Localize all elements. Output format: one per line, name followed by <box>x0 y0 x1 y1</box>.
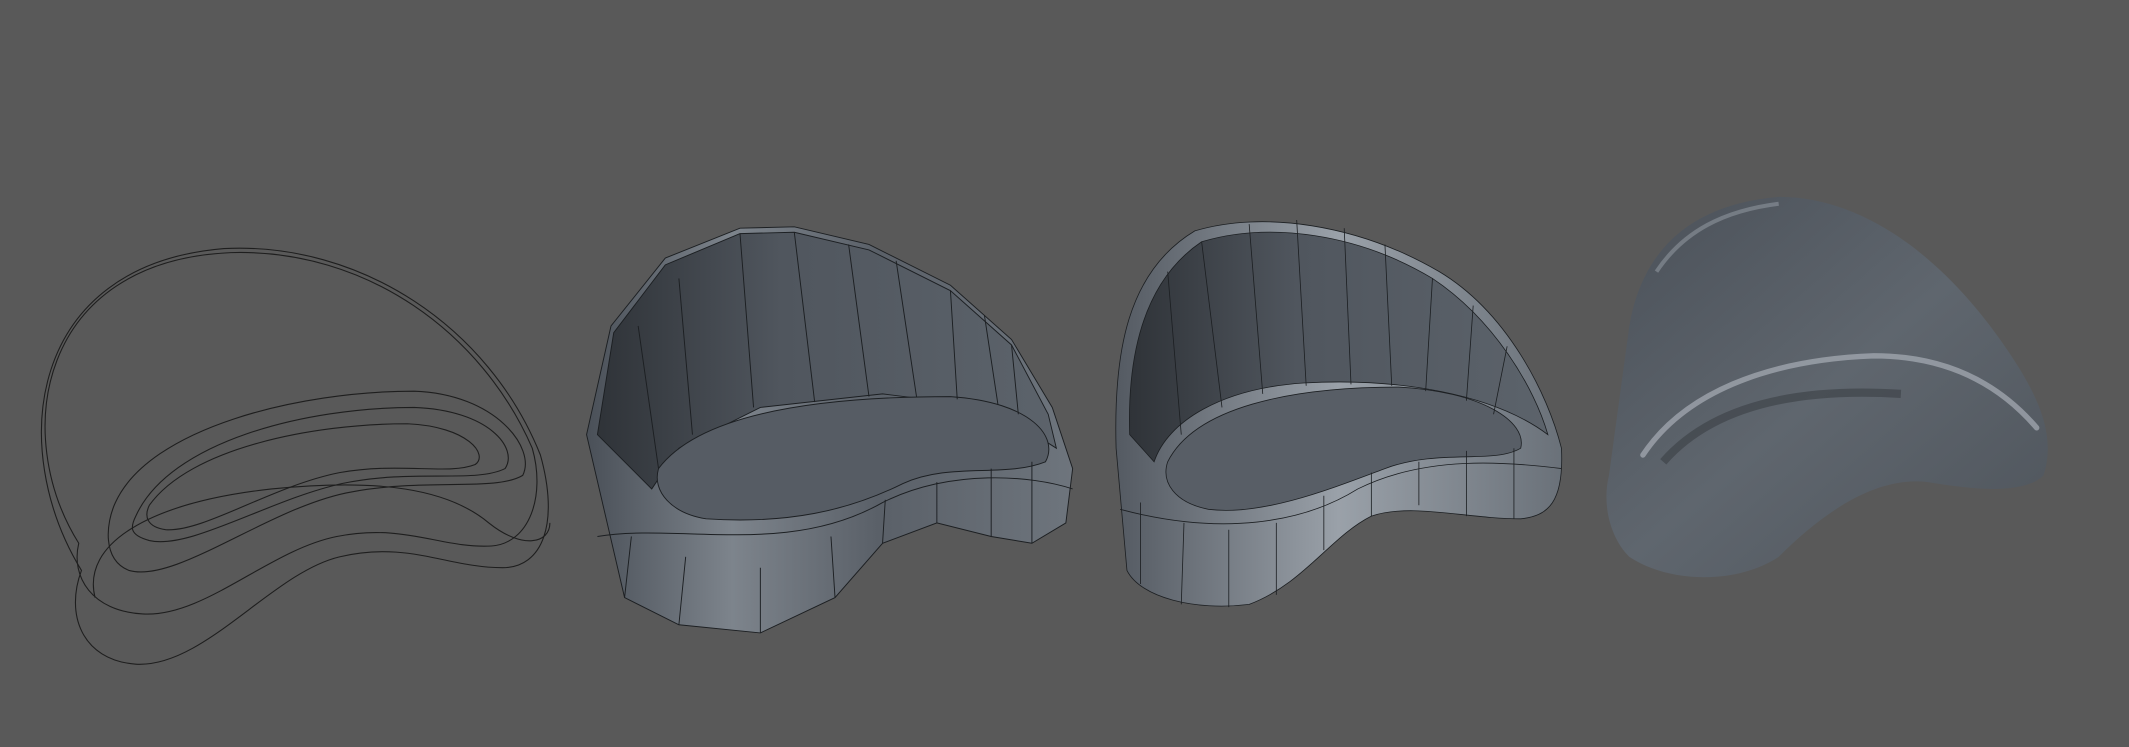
seat-curve <box>146 423 480 531</box>
smooth-shaded-model[interactable] <box>1606 196 2048 578</box>
subdivided-mesh-model[interactable] <box>1115 220 1563 608</box>
3d-viewport[interactable] <box>0 0 2129 747</box>
curve-wireframe-model[interactable] <box>40 247 551 665</box>
low-poly-mesh-model[interactable] <box>586 226 1074 634</box>
outer-curve-2 <box>44 252 538 615</box>
rim-curve-2 <box>131 406 509 543</box>
outer-curve <box>40 247 549 665</box>
